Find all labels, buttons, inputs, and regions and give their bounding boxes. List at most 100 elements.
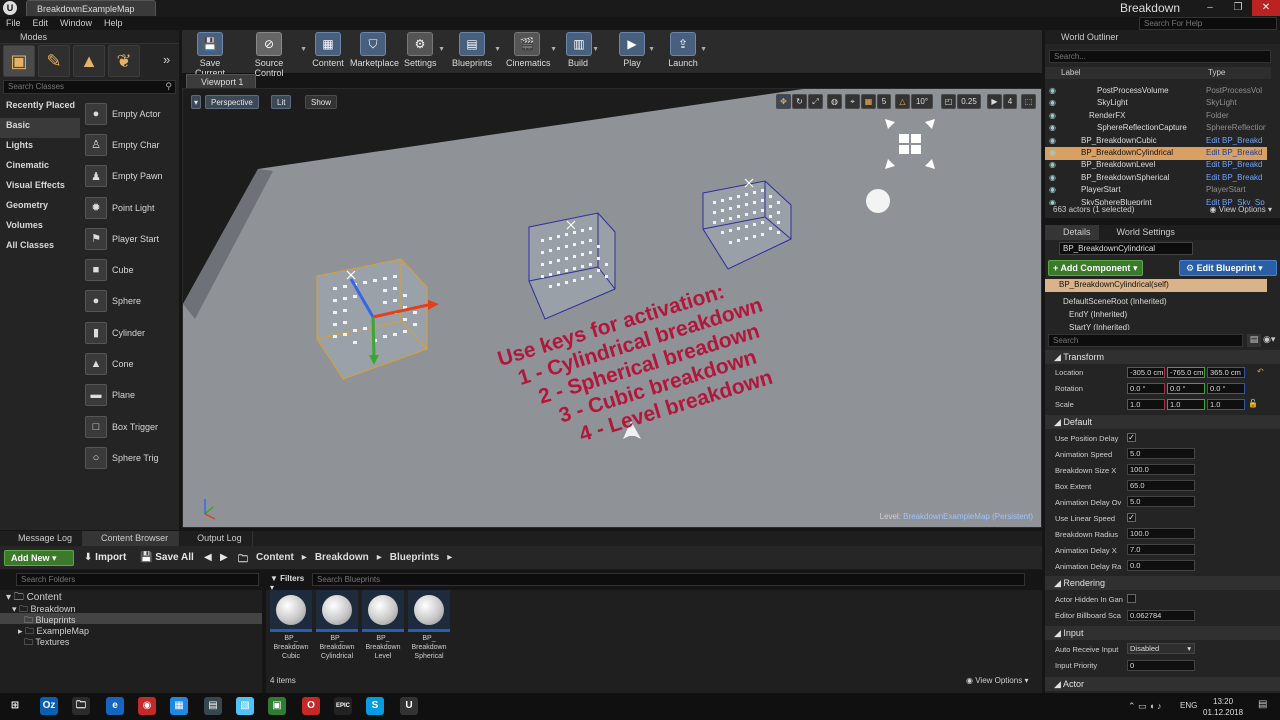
- menu-window[interactable]: Window: [54, 17, 98, 30]
- outliner-row-type[interactable]: Edit BP_Breakd: [1206, 160, 1266, 169]
- document-tab[interactable]: BreakdownExampleMap: [26, 0, 156, 16]
- tree-node-textures[interactable]: 🗀 Textures: [0, 635, 262, 647]
- outliner-row-type[interactable]: Edit BP_Breakd: [1206, 136, 1266, 145]
- history-forward-icon[interactable]: ▶: [220, 552, 228, 563]
- category-recently-placed[interactable]: Recently Placed: [0, 98, 80, 118]
- taskbar-app-icon[interactable]: ▤: [204, 697, 222, 715]
- history-back-icon[interactable]: ◀: [204, 552, 212, 563]
- search-classes-input[interactable]: Search Classes ⚲: [3, 80, 176, 94]
- actor-name-field[interactable]: BP_BreakdownCylindrical: [1059, 242, 1193, 255]
- taskbar-app-icon[interactable]: ⊞: [6, 697, 24, 715]
- visibility-eye-icon[interactable]: ◉: [1049, 160, 1056, 169]
- section-transform[interactable]: ◢ Transform: [1045, 350, 1280, 364]
- section-actor[interactable]: ◢ Actor: [1045, 677, 1280, 691]
- modes-tab[interactable]: Modes: [0, 30, 179, 44]
- import-button[interactable]: ⬇ Import: [84, 552, 126, 563]
- rotation-x-field[interactable]: 0.0 °: [1127, 383, 1165, 394]
- outliner-search-input[interactable]: Search...: [1049, 50, 1271, 63]
- details-search-input[interactable]: Search: [1048, 334, 1243, 347]
- filters-button[interactable]: ▼ Filters ▾: [268, 573, 310, 592]
- place-item-cube[interactable]: ■ Cube: [80, 254, 177, 285]
- tree-node-breakdown[interactable]: ▾ 🗀 Breakdown: [0, 602, 262, 614]
- outliner-row[interactable]: ◉ BP_BreakdownCubic Edit BP_Breakd: [1045, 135, 1267, 148]
- place-item-empty-pawn[interactable]: ♟ Empty Pawn: [80, 161, 177, 192]
- foliage-mode-icon[interactable]: ❦: [108, 45, 140, 77]
- dropdown-arrow-icon[interactable]: ▼: [494, 46, 501, 53]
- maximize-icon[interactable]: ❐: [1224, 0, 1252, 16]
- place-item-plane[interactable]: ▬ Plane: [80, 380, 177, 411]
- play-button[interactable]: ▶ Play ▼: [618, 32, 655, 68]
- place-item-cylinder[interactable]: ▮ Cylinder: [80, 317, 177, 348]
- outliner-row[interactable]: ◉ PlayerStart PlayerStart: [1045, 184, 1267, 197]
- save-current-button[interactable]: 💾 Save Current: [186, 32, 234, 78]
- category-visual-effects[interactable]: Visual Effects: [0, 178, 80, 198]
- content-button[interactable]: ▦ Content: [310, 32, 346, 68]
- close-icon[interactable]: ✕: [1252, 0, 1280, 16]
- menu-edit[interactable]: Edit: [27, 17, 55, 30]
- blueprints-button[interactable]: ▤ Blueprints ▼: [452, 32, 501, 68]
- dropdown-arrow-icon[interactable]: ▼: [438, 46, 445, 53]
- property-matrix-icon[interactable]: ▤: [1247, 334, 1261, 347]
- tab-details[interactable]: Details: [1045, 225, 1099, 240]
- place-item-sphere[interactable]: ● Sphere: [80, 286, 177, 317]
- place-item-player-start[interactable]: ⚑ Player Start: [80, 223, 177, 254]
- rotation-snap-value[interactable]: 10°: [911, 94, 933, 109]
- edit-blueprint-button[interactable]: ⚙ Edit Blueprint ▾: [1179, 260, 1277, 276]
- column-label[interactable]: Label: [1061, 68, 1081, 77]
- place-item-sphere-trigger[interactable]: ○ Sphere Trig: [80, 442, 177, 473]
- location-y-field[interactable]: -765.0 cm: [1167, 367, 1205, 378]
- default-prop-field[interactable]: 100.0: [1127, 464, 1195, 475]
- category-lights[interactable]: Lights: [0, 138, 80, 158]
- translate-mode-icon[interactable]: ✥: [776, 94, 791, 109]
- tab-content-browser[interactable]: Content Browser: [83, 531, 180, 546]
- dropdown-arrow-icon[interactable]: ▼: [550, 46, 557, 53]
- place-item-cone[interactable]: ▲ Cone: [80, 348, 177, 379]
- component-endy[interactable]: EndY (Inherited): [1045, 309, 1267, 322]
- section-rendering[interactable]: ◢ Rendering: [1045, 576, 1280, 590]
- menu-file[interactable]: File: [0, 17, 27, 30]
- grid-snap-value[interactable]: 5: [877, 94, 891, 109]
- view-options-button[interactable]: ◉ View Options ▾: [966, 676, 1028, 685]
- visibility-eye-icon[interactable]: ◉: [1049, 123, 1056, 132]
- show-button[interactable]: Show: [305, 95, 338, 109]
- scale-y-field[interactable]: 1.0: [1167, 399, 1205, 410]
- notifications-icon[interactable]: ▤: [1258, 699, 1267, 710]
- taskbar-app-icon[interactable]: ▣: [268, 697, 286, 715]
- taskbar-app-icon[interactable]: O: [302, 697, 320, 715]
- place-mode-icon[interactable]: ▣: [3, 45, 35, 77]
- outliner-row[interactable]: ◉ SphereReflectionCapture SphereReflection: [1045, 122, 1267, 135]
- default-prop-field[interactable]: 100.0: [1127, 528, 1195, 539]
- cinematics-button[interactable]: 🎬 Cinematics ▼: [506, 32, 557, 68]
- landscape-mode-icon[interactable]: ▲: [73, 45, 105, 77]
- taskbar-app-icon[interactable]: ▦: [170, 697, 188, 715]
- visibility-eye-icon[interactable]: ◉: [1049, 86, 1056, 95]
- scale-snap-value[interactable]: 0.25: [957, 94, 981, 109]
- launch-button[interactable]: ⇪ Launch ▼: [668, 32, 707, 68]
- save-all-button[interactable]: 💾 Save All: [140, 552, 194, 563]
- auto-receive-input-select[interactable]: Disabled ▾: [1127, 643, 1195, 654]
- default-prop-checkbox[interactable]: ✓: [1127, 513, 1136, 522]
- place-item-empty-character[interactable]: ♙ Empty Char: [80, 129, 177, 160]
- marketplace-button[interactable]: ⛉ Marketplace: [350, 32, 399, 68]
- taskbar-app-icon[interactable]: e: [106, 697, 124, 715]
- visibility-eye-icon[interactable]: ◉: [1049, 148, 1056, 157]
- tab-message-log[interactable]: Message Log: [0, 531, 84, 546]
- asset-bp-breakdown-level[interactable]: BP_ Breakdown Level: [362, 590, 404, 661]
- dropdown-arrow-icon[interactable]: ▼: [300, 46, 307, 53]
- location-label[interactable]: Location: [1055, 368, 1125, 377]
- breadcrumb-breakdown[interactable]: Breakdown: [315, 552, 369, 569]
- paint-mode-icon[interactable]: ✎: [38, 45, 70, 77]
- scale-z-field[interactable]: 1.0: [1207, 399, 1245, 410]
- visibility-eye-icon[interactable]: ◉: [1049, 185, 1056, 194]
- perspective-button[interactable]: Perspective: [205, 95, 259, 109]
- category-basic[interactable]: Basic: [0, 118, 80, 138]
- column-type[interactable]: Type: [1208, 68, 1225, 77]
- location-z-field[interactable]: 365.0 cm: [1207, 367, 1245, 378]
- details-eye-icon[interactable]: ◉▾: [1263, 334, 1275, 345]
- camera-speed-value[interactable]: 4: [1003, 94, 1017, 109]
- taskbar-app-icon[interactable]: 🗀: [72, 697, 90, 715]
- default-prop-checkbox[interactable]: ✓: [1127, 433, 1136, 442]
- level-viewport[interactable]: Use keys for activation: 1 - Cylindrical…: [182, 88, 1042, 528]
- menu-help[interactable]: Help: [98, 17, 129, 30]
- scale-label[interactable]: Scale: [1055, 400, 1125, 409]
